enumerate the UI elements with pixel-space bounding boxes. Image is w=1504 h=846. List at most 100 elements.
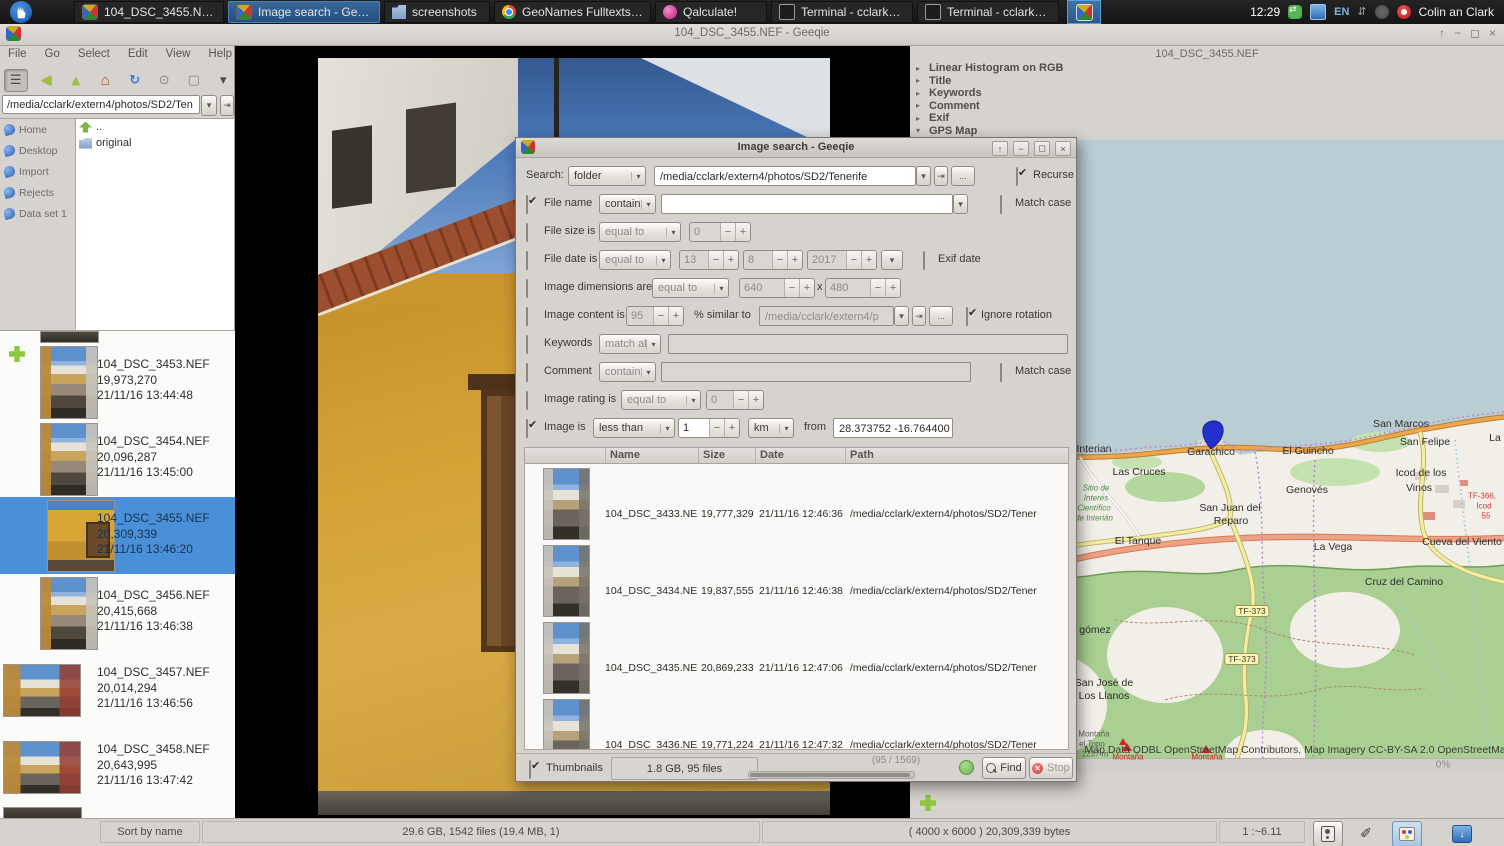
menu-item[interactable]: File <box>8 48 27 67</box>
color-management-button[interactable] <box>1392 821 1422 846</box>
path-entry[interactable]: /media/cclark/extern4/photos/SD2/Ten <box>2 95 200 114</box>
content-path-apply-button[interactable]: ⇥ <box>912 306 926 326</box>
file-size-checkbox[interactable] <box>526 223 528 242</box>
similarity-spinner[interactable]: 95−+ <box>626 306 684 326</box>
result-row[interactable]: 104_DSC_3434.NEF 19,837,555 21/11/16 12:… <box>525 541 1068 618</box>
exif-date-checkbox[interactable] <box>923 251 925 270</box>
zoom-indicator[interactable]: 1 :~6.11 <box>1219 821 1305 843</box>
content-checkbox[interactable] <box>526 307 528 326</box>
comment-checkbox[interactable] <box>526 363 528 382</box>
folder-row[interactable]: .. <box>76 119 234 135</box>
result-row[interactable]: 104_DSC_3436.NEF 19,771,224 21/11/16 12:… <box>525 695 1068 750</box>
column-header-name[interactable]: Name <box>610 449 640 461</box>
info-section-expander[interactable]: Comment <box>916 100 1063 113</box>
content-browse-button[interactable]: ... <box>929 306 953 326</box>
file-row[interactable]: 104_DSC_3458.NEF 20,643,995 21/11/16 13:… <box>0 728 235 805</box>
comment-input[interactable] <box>661 362 971 382</box>
file-row[interactable]: 104_DSC_3453.NEF 19,973,270 21/11/16 13:… <box>0 343 235 420</box>
network-tray-icon[interactable]: ⇵ <box>1357 5 1366 19</box>
file-date-checkbox[interactable] <box>526 251 528 270</box>
file-size-spinner[interactable]: 0−+ <box>689 222 751 242</box>
scroll-down-button[interactable]: ↓ <box>1452 825 1472 843</box>
menu-item[interactable]: Go <box>45 48 60 67</box>
path-apply-button[interactable]: ⇥ <box>934 166 948 186</box>
unit-select[interactable]: km▾ <box>748 418 794 438</box>
taskbar-window-button[interactable]: Image search - Geeqie <box>228 1 380 23</box>
find-button[interactable]: Find <box>982 757 1026 779</box>
browse-button[interactable]: ... <box>951 166 975 186</box>
dialog-titlebar[interactable]: Image search - Geeqie ↑ − ◻ × <box>516 138 1076 158</box>
menu-item[interactable]: Select <box>78 48 110 67</box>
column-header-date[interactable]: Date <box>760 449 784 461</box>
up-button[interactable]: ▲ <box>65 70 87 91</box>
rating-op-select[interactable]: equal to▾ <box>621 390 701 410</box>
width-spinner[interactable]: 640−+ <box>739 278 815 298</box>
content-path-dropdown[interactable]: ▾ <box>894 306 909 326</box>
keyboard-layout-indicator[interactable]: EN <box>1334 6 1349 18</box>
height-spinner[interactable]: 480−+ <box>825 278 901 298</box>
file-name-op-select[interactable]: contains▾ <box>599 194 656 214</box>
file-row[interactable]: 104_DSC_3455.NEF 20,309,339 21/11/16 13:… <box>0 497 235 574</box>
column-header-path[interactable]: Path <box>850 449 874 461</box>
sort-selector[interactable]: Sort by name <box>100 821 200 843</box>
updates-tray-icon[interactable] <box>1288 5 1302 19</box>
info-section-expander[interactable]: Keywords <box>916 87 1063 100</box>
taskbar-window-button[interactable]: screenshots <box>384 1 490 23</box>
file-name-checkbox[interactable] <box>526 195 528 214</box>
user-menu[interactable]: Colin an Clark <box>1419 5 1494 19</box>
app-launcher-icon[interactable] <box>10 1 32 23</box>
file-name-match-case-checkbox[interactable] <box>1000 195 1002 214</box>
search-type-select[interactable]: folder▾ <box>568 166 646 186</box>
result-row[interactable]: 104_DSC_3433.NEF 19,777,329 21/11/16 12:… <box>525 464 1068 541</box>
restore-button[interactable]: ◻ <box>1470 26 1480 40</box>
dimensions-op-select[interactable]: equal to▾ <box>652 278 729 298</box>
file-name-input[interactable] <box>661 194 953 214</box>
back-button[interactable]: ◀ <box>36 70 58 91</box>
thumbnails-checkbox[interactable] <box>529 760 531 779</box>
recurse-checkbox[interactable] <box>1016 167 1018 186</box>
taskbar-geeqie-launcher[interactable] <box>1067 0 1101 24</box>
file-name-history-dropdown[interactable]: ▾ <box>953 194 968 214</box>
taskbar-window-button[interactable]: Terminal - cclark@talltr... <box>771 1 913 23</box>
image-search-dialog[interactable]: Image search - Geeqie ↑ − ◻ × Search: fo… <box>515 137 1077 782</box>
bookmark-item[interactable]: Desktop <box>0 140 75 161</box>
shade-button[interactable]: ↑ <box>992 141 1008 156</box>
shade-button[interactable]: ↑ <box>1439 26 1445 40</box>
taskbar-window-button[interactable]: GeoNames Fulltextsear... <box>494 1 651 23</box>
messenger-tray-icon[interactable] <box>1397 5 1411 19</box>
calendar-dropdown-button[interactable]: ▾ <box>881 250 903 270</box>
geo-checkbox[interactable] <box>526 419 528 438</box>
info-section-expander[interactable]: Exif <box>916 112 1063 125</box>
month-spinner[interactable]: 8−+ <box>743 250 803 270</box>
comment-op-select[interactable]: contains▾ <box>599 362 656 382</box>
year-spinner[interactable]: 2017−+ <box>807 250 877 270</box>
bookmark-item[interactable]: Rejects <box>0 182 75 203</box>
display-tray-icon[interactable] <box>1310 4 1326 20</box>
main-window-titlebar[interactable]: 104_DSC_3455.NEF - Geeqie ↑ − ◻ × <box>0 24 1504 46</box>
stop-button[interactable]: ✕Stop <box>1029 757 1073 779</box>
bookmark-item[interactable]: Data set 1 <box>0 203 75 224</box>
zoom-fit-button[interactable]: ⊙ <box>154 70 176 91</box>
bookmark-item[interactable]: Home <box>0 119 75 140</box>
geo-op-select[interactable]: less than▾ <box>593 418 675 438</box>
file-size-op-select[interactable]: equal to▾ <box>599 222 681 242</box>
volume-tray-icon[interactable] <box>1375 5 1389 19</box>
zoom-original-button[interactable]: ▢ <box>183 70 205 91</box>
plus-icon[interactable]: + <box>735 223 750 241</box>
taskbar-window-button[interactable]: 104_DSC_3455.NEF - G... <box>74 1 224 23</box>
comment-match-case-checkbox[interactable] <box>1000 363 1002 382</box>
info-section-expander[interactable]: Linear Histogram on RGB <box>916 62 1063 75</box>
distance-spinner[interactable]: 1−+ <box>678 418 740 438</box>
file-row[interactable]: 104_DSC_3456.NEF 20,415,668 21/11/16 13:… <box>0 574 235 651</box>
coordinates-input[interactable]: 28.373752 -16.764400 <box>833 418 953 438</box>
folder-row[interactable]: original <box>76 135 234 151</box>
keywords-input[interactable] <box>668 334 1068 354</box>
keywords-checkbox[interactable] <box>526 335 528 354</box>
taskbar-window-button[interactable]: Terminal - cclark@talltr... <box>917 1 1059 23</box>
home-button[interactable]: ⌂ <box>95 70 117 91</box>
day-spinner[interactable]: 13−+ <box>679 250 739 270</box>
pipette-button[interactable]: ✐ <box>1352 821 1380 845</box>
info-section-expander[interactable]: GPS Map <box>916 125 1063 138</box>
refresh-button[interactable]: ↻ <box>124 70 146 91</box>
file-list-toggle-button[interactable]: ☰ <box>4 69 28 92</box>
